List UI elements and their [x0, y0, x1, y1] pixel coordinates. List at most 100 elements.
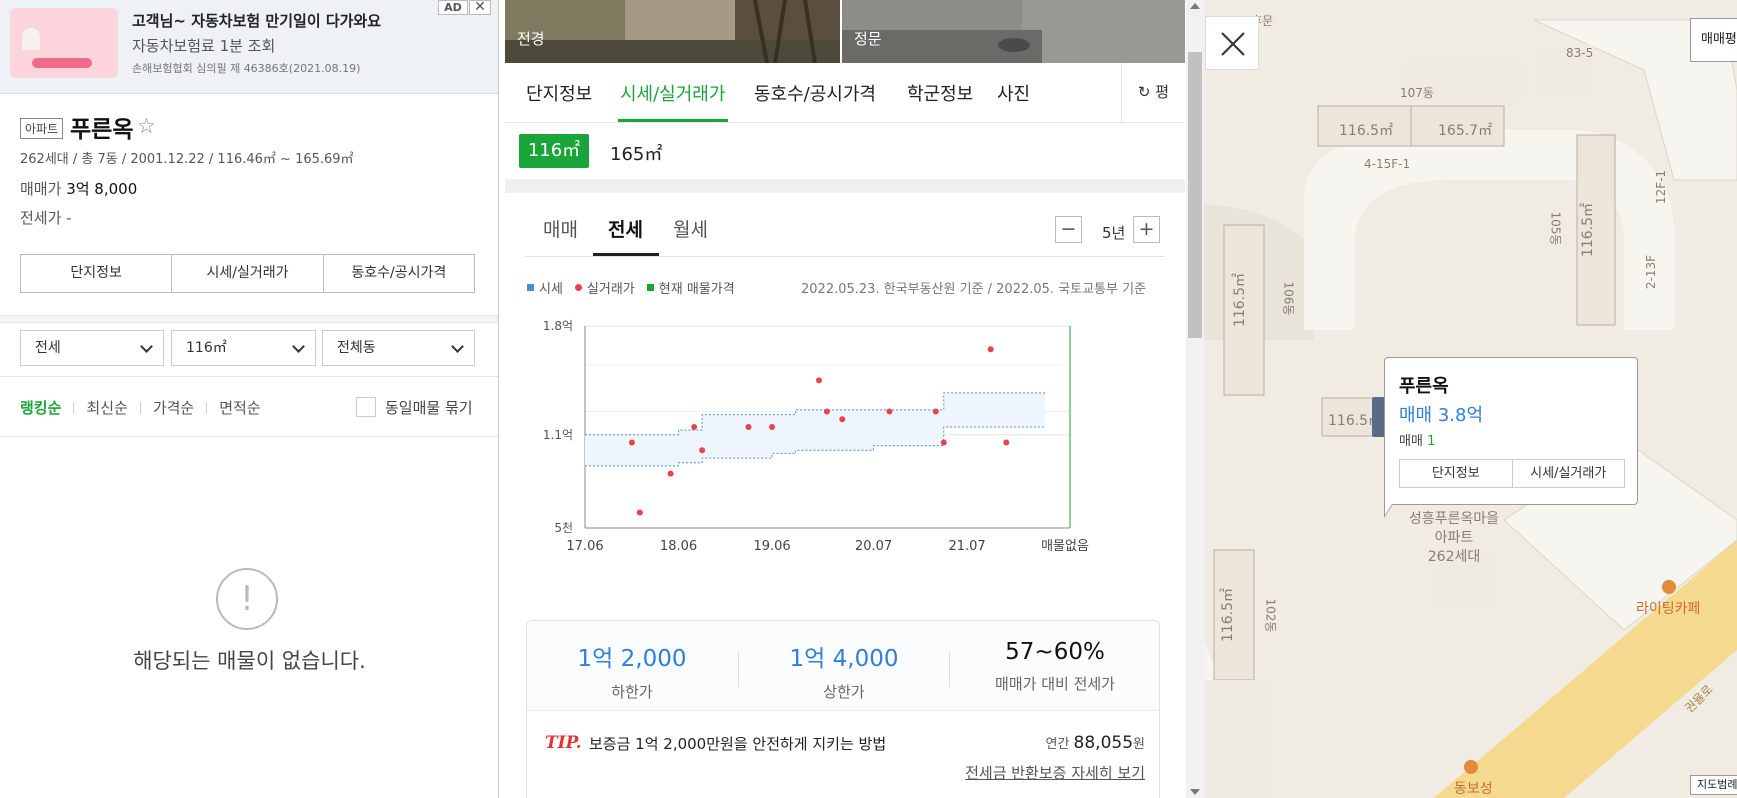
- x-tick-label: 19.06: [753, 539, 790, 554]
- left-tab-info[interactable]: 단지정보: [21, 255, 173, 292]
- map-label-cafe: 라이팅카페: [1636, 601, 1701, 617]
- map-deal-filter-button[interactable]: 매매평: [1690, 18, 1737, 62]
- zoom-out-button[interactable]: −: [1055, 216, 1082, 243]
- popup-complex-name: 푸른옥: [1399, 376, 1449, 397]
- section-divider: [0, 315, 498, 323]
- low-price-value: 1억 2,000: [577, 646, 687, 672]
- cafe-icon: [1662, 580, 1676, 594]
- tip-label: TIP.: [545, 733, 582, 753]
- high-price-label: 상한가: [823, 683, 865, 701]
- map-popup[interactable]: 푸른옥 매매 3.8억 매매 1 단지정보 시세/실거래가: [1384, 357, 1638, 505]
- scroll-up-icon[interactable]: [1190, 3, 1200, 9]
- tab-complex-info[interactable]: 단지정보: [526, 80, 592, 106]
- map-label-bldg-106: 106동: [1281, 281, 1296, 316]
- data-basis-note: 2022.05.23. 한국부동산원 기준 / 2022.05. 국토교통부 기…: [801, 282, 1147, 297]
- ad-close-icon[interactable]: ✕: [469, 0, 491, 15]
- photo-main-gate-label: 정문: [854, 30, 882, 48]
- popup-info-button[interactable]: 단지정보: [1400, 460, 1513, 487]
- empty-message: 해당되는 매물이 없습니다.: [133, 649, 366, 673]
- map-label-area: 116.5㎡: [1232, 272, 1249, 328]
- photo-main-gate[interactable]: 정문: [842, 0, 1185, 63]
- complex-type-badge: 아파트: [20, 118, 64, 139]
- ad-banner[interactable]: 고객님~ 자동차보험 만기일이 다가와요 자동차보험료 1분 조회 손해보험협회…: [0, 0, 498, 94]
- market-price-band: [585, 392, 1045, 466]
- ad-thumbnail-pill: [32, 58, 92, 68]
- actual-trade-point: [815, 377, 822, 384]
- actual-trade-point: [940, 439, 947, 446]
- scroll-down-icon[interactable]: [1190, 789, 1200, 795]
- sort-ranking[interactable]: 랭킹순: [20, 397, 61, 418]
- left-tab-price[interactable]: 시세/실거래가: [172, 255, 324, 292]
- area-select[interactable]: 116㎡: [171, 330, 316, 366]
- detail-scrollbar[interactable]: [1186, 0, 1204, 798]
- refresh-icon: ↻: [1137, 83, 1151, 101]
- sort-latest[interactable]: 최신순: [86, 397, 127, 418]
- ratio-label: 매매가 대비 전세가: [995, 675, 1115, 693]
- deal-type-select[interactable]: 전세: [20, 330, 164, 366]
- ad-subtitle[interactable]: 자동차보험료 1분 조회: [132, 35, 275, 56]
- legend-item-current: 현재 매물가격: [646, 278, 735, 297]
- favorite-star-icon[interactable]: ☆: [137, 114, 156, 138]
- map-label-floors: 12F-1: [1654, 169, 1669, 205]
- annual-fee: 연간 88,055원: [987, 733, 1145, 753]
- sort-price[interactable]: 가격순: [153, 397, 194, 418]
- popup-count-label: 매매: [1399, 434, 1423, 449]
- tab-photos[interactable]: 사진: [997, 80, 1030, 106]
- price-summary-card: 1억 2,000 하한가 1억 4,000 상한가 57~60% 매매가 대비 …: [526, 620, 1160, 798]
- scroll-thumb[interactable]: [1188, 52, 1202, 338]
- close-panel-button[interactable]: [1205, 16, 1259, 70]
- tab-units[interactable]: 동호수/공시가격: [754, 80, 876, 106]
- y-tick-label: 1.1억: [543, 428, 573, 442]
- popup-tail-inner: [1385, 496, 1397, 515]
- map-complex-label[interactable]: 성흥푸른옥마을 아파트 262세대: [1384, 510, 1524, 567]
- tab-school[interactable]: 학군정보: [907, 80, 973, 106]
- ad-title[interactable]: 고객님~ 자동차보험 만기일이 다가와요: [132, 10, 381, 31]
- popup-price-button[interactable]: 시세/실거래가: [1513, 460, 1625, 487]
- x-tick-label: 17.06: [566, 539, 603, 554]
- empty-alert-icon: !: [216, 568, 278, 630]
- actual-trade-point: [839, 416, 846, 423]
- annual-unit: 원: [1133, 737, 1145, 752]
- trade-tab-sale[interactable]: 매매: [543, 215, 578, 242]
- sort-divider: [0, 436, 498, 437]
- ratio-value: 57~60%: [1005, 639, 1105, 665]
- guarantee-detail-link[interactable]: 전세금 반환보증 자세히 보기: [872, 762, 1145, 783]
- dong-select[interactable]: 전체동: [322, 330, 475, 366]
- ad-avatar-icon: [22, 28, 40, 50]
- group-listings-checkbox[interactable]: [356, 397, 376, 417]
- map-label-bldg-102: 102동: [1263, 598, 1278, 633]
- jeonse-price-row: 전세가 -: [20, 209, 72, 227]
- price-chart[interactable]: 1.8억 1.1억 5천 17.06 18.06 19.06 20.07 21.07 매물없음: [505, 310, 1185, 580]
- x-end-label: 매물없음: [1041, 539, 1089, 554]
- trade-tab-jeonse[interactable]: 전세: [608, 215, 643, 242]
- popup-price: 매매 3.8억: [1399, 405, 1484, 426]
- group-listings-label[interactable]: 동일매물 묶기: [385, 397, 473, 418]
- trade-tab-monthly[interactable]: 월세: [673, 215, 708, 242]
- size-116-button[interactable]: 116㎡: [519, 134, 589, 168]
- actual-trade-point: [628, 439, 635, 446]
- annual-label: 연간: [1045, 737, 1070, 752]
- map-label-area: 116.5㎡: [1220, 587, 1237, 643]
- legend-swatch: [527, 284, 534, 291]
- tip-text: 보증금 1억 2,000만원을 안전하게 지키는 방법: [589, 735, 887, 753]
- photo-exterior[interactable]: 전경: [505, 0, 840, 63]
- close-icon: [1221, 32, 1245, 56]
- ad-badge: AD: [438, 0, 468, 15]
- ad-thumbnail[interactable]: [10, 8, 118, 78]
- legend-label: 실거래가: [586, 282, 635, 297]
- map-legend-button[interactable]: 지도범례: [1690, 775, 1737, 795]
- ad-note: 손해보험협회 심의필 제 46386호(2021.08.19): [132, 62, 361, 75]
- photo-exterior-label: 전경: [517, 30, 545, 48]
- tab-price[interactable]: 시세/실거래가: [620, 80, 725, 106]
- complex-tab-buttons: 단지정보 시세/실거래가 동호수/공시가격: [20, 254, 475, 293]
- price-detail-panel: 전경 정문 단지정보 시세/실거래가 동호수/공시가격 학군정보 사진 ↻ 평 …: [505, 0, 1185, 798]
- unit-toggle-button[interactable]: ↻ 평: [1121, 63, 1185, 122]
- photo-exterior-image: [505, 0, 840, 63]
- zoom-in-button[interactable]: +: [1133, 216, 1160, 243]
- map-label-floors: 2-13F: [1644, 254, 1659, 290]
- map-label-bldg-107: 107동: [1400, 86, 1434, 100]
- left-tab-units[interactable]: 동호수/공시가격: [324, 255, 474, 292]
- size-165-button[interactable]: 165㎡: [610, 140, 662, 166]
- sort-area[interactable]: 면적순: [219, 397, 260, 418]
- summary-high: 1억 4,000 상한가: [739, 639, 949, 702]
